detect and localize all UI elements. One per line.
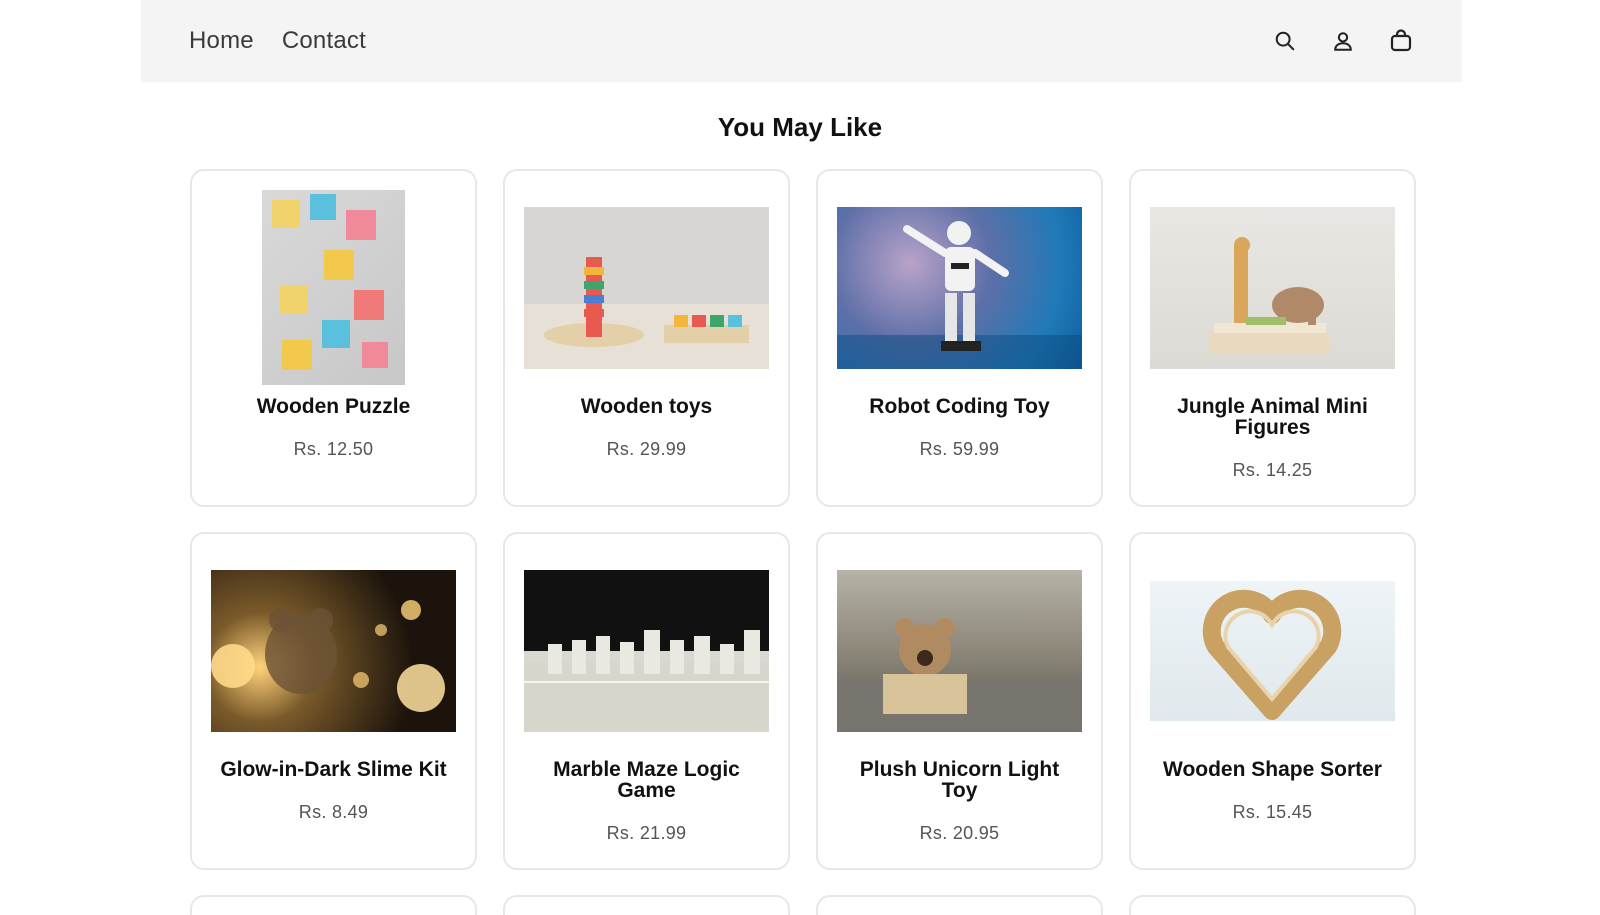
product-image-container xyxy=(1150,552,1395,749)
product-price: Rs. 15.45 xyxy=(1232,802,1313,822)
plush-toy-image xyxy=(837,569,1082,732)
section-title: You May Like xyxy=(717,112,883,142)
product-card-partial[interactable] xyxy=(816,895,1103,915)
product-image-container xyxy=(1150,189,1395,386)
product-card[interactable]: Wooden toys Rs. 29.99 xyxy=(503,169,790,507)
chess-board-image xyxy=(524,569,769,732)
product-card[interactable]: Robot Coding Toy Rs. 59.99 xyxy=(816,169,1103,507)
product-price: Rs. 21.99 xyxy=(606,823,687,843)
nav-contact-link[interactable]: Contact xyxy=(282,27,366,55)
product-image-container xyxy=(524,552,769,749)
product-image-container xyxy=(211,189,456,386)
product-card[interactable]: Plush Unicorn Light Toy Rs. 20.95 xyxy=(816,532,1103,870)
product-card[interactable]: Wooden Puzzle Rs. 12.50 xyxy=(190,169,477,507)
slime-kit-image xyxy=(211,569,456,732)
main-nav: Home Contact xyxy=(189,27,366,55)
product-image-container xyxy=(837,189,1082,386)
product-price: Rs. 59.99 xyxy=(919,439,1000,459)
product-image-container xyxy=(211,552,456,749)
user-icon[interactable] xyxy=(1330,28,1356,54)
wooden-heart-image xyxy=(1150,580,1395,721)
product-price: Rs. 29.99 xyxy=(606,439,687,459)
product-name[interactable]: Glow-in-Dark Slime Kit xyxy=(219,759,449,780)
header-icons xyxy=(1272,28,1414,54)
product-card-partial[interactable] xyxy=(503,895,790,915)
product-card-partial[interactable] xyxy=(1129,895,1416,915)
jungle-figures-image xyxy=(1150,206,1395,369)
search-icon[interactable] xyxy=(1272,28,1298,54)
product-name[interactable]: Jungle Animal Mini Figures xyxy=(1158,396,1388,438)
product-grid: Wooden Puzzle Rs. 12.50 Wooden toys Rs. … xyxy=(190,169,1417,870)
product-name[interactable]: Plush Unicorn Light Toy xyxy=(845,759,1075,801)
product-name[interactable]: Robot Coding Toy xyxy=(845,396,1075,417)
product-card-partial[interactable] xyxy=(190,895,477,915)
product-price: Rs. 12.50 xyxy=(293,439,374,459)
product-card[interactable]: Jungle Animal Mini Figures Rs. 14.25 xyxy=(1129,169,1416,507)
product-card[interactable]: Wooden Shape Sorter Rs. 15.45 xyxy=(1129,532,1416,870)
product-name[interactable]: Marble Maze Logic Game xyxy=(532,759,762,801)
product-image-container xyxy=(524,189,769,386)
product-image-container xyxy=(837,552,1082,749)
wooden-toys-image xyxy=(524,206,769,369)
product-card[interactable]: Marble Maze Logic Game Rs. 21.99 xyxy=(503,532,790,870)
next-row-cards-partial xyxy=(190,895,1417,915)
product-name[interactable]: Wooden Puzzle xyxy=(219,396,449,417)
robot-image xyxy=(837,206,1082,369)
product-price: Rs. 20.95 xyxy=(919,823,1000,843)
nav-home-link[interactable]: Home xyxy=(189,27,254,55)
product-name[interactable]: Wooden Shape Sorter xyxy=(1158,759,1388,780)
bag-icon[interactable] xyxy=(1388,28,1414,54)
product-name[interactable]: Wooden toys xyxy=(532,396,762,417)
wooden-puzzle-image xyxy=(262,190,405,385)
site-header: Home Contact xyxy=(141,0,1462,82)
product-price: Rs. 14.25 xyxy=(1232,460,1313,480)
product-price: Rs. 8.49 xyxy=(298,802,369,822)
product-card[interactable]: Glow-in-Dark Slime Kit Rs. 8.49 xyxy=(190,532,477,870)
